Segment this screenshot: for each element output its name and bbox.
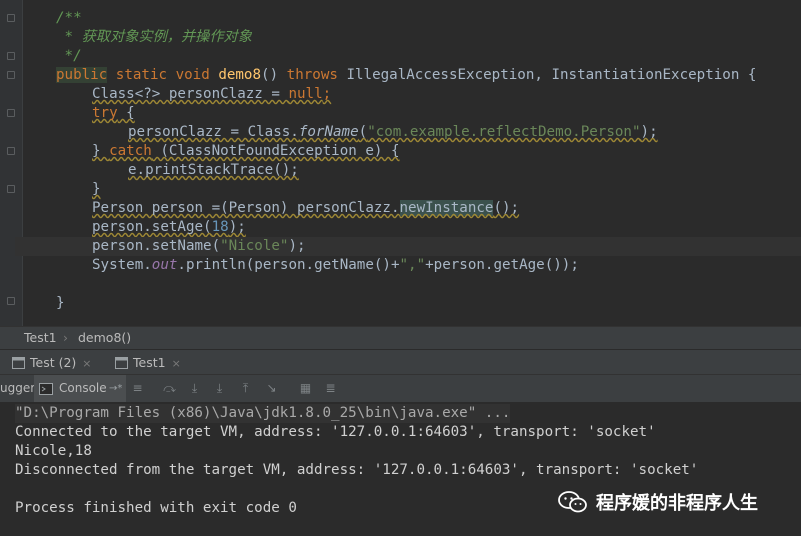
close-icon[interactable]: × (172, 357, 181, 370)
method-params: () (261, 67, 279, 83)
forname-call: forName (298, 124, 359, 140)
run-to-cursor-icon[interactable]: ↘ (265, 382, 278, 395)
force-step-into-icon[interactable]: ⤓ (213, 382, 226, 395)
fold-marker-icon[interactable] (7, 14, 15, 22)
code-line-14: System.out.println(person.getName()+","+… (92, 256, 579, 275)
console-label: Console (59, 381, 107, 395)
open-paren: ( (358, 124, 368, 140)
keyword-try: try (92, 105, 118, 121)
tab-label: Test (2) (30, 355, 77, 370)
run-config-icon (115, 357, 128, 369)
tab-console[interactable]: Console →* (34, 375, 126, 402)
newinstance-call: newInstance (399, 200, 494, 216)
code-line-16: } (56, 295, 65, 311)
code-line-6: try { (92, 104, 135, 123)
fold-marker-icon[interactable] (7, 52, 15, 60)
close-icon[interactable]: × (82, 357, 91, 370)
breadcrumb-separator: › (63, 330, 68, 345)
keyword-null: null (288, 86, 323, 102)
console-icon (39, 383, 53, 395)
breadcrumb-method[interactable]: demo8() (78, 327, 131, 349)
fold-marker-icon[interactable] (7, 109, 15, 117)
step-into-icon[interactable]: ⤓ (188, 382, 201, 395)
code-editor[interactable]: /** * 获取对象实例，并操作对象 */ public static void… (0, 0, 801, 326)
console-command-line: "D:\Program Files (x86)\Java\jdk1.8.0_25… (15, 404, 511, 423)
method-name: demo8 (218, 67, 262, 83)
keyword-static: static (115, 67, 168, 83)
println-end: +person.getAge()); (425, 257, 579, 273)
console-connected-line: Connected to the target VM, address: '12… (15, 424, 656, 440)
wechat-icon (558, 491, 587, 513)
tab-debugger[interactable]: ugger (0, 375, 35, 402)
comma-string: "," (399, 257, 426, 273)
code-line-2: * 获取对象实例，并操作对象 (56, 29, 252, 45)
code-line-11: Person person =(Person) personClazz.newI… (92, 199, 519, 218)
code-line-3: */ (56, 48, 82, 64)
tab-test-2[interactable]: Test (2) × (12, 350, 92, 375)
breadcrumb: Test1 › demo8() (0, 326, 801, 349)
keyword-catch: catch (109, 143, 152, 159)
cast-expr: Person person =(Person) personClazz. (92, 200, 400, 216)
close-paren: ); (640, 124, 658, 140)
fold-marker-icon[interactable] (7, 147, 15, 155)
code-line-13: person.setName("Nicole"); (15, 237, 801, 256)
class-name-string: "com.example.reflectDemo.Person" (367, 124, 641, 140)
code-line-1: /** (56, 10, 82, 26)
class-decl: Class<?> personClazz = (92, 86, 289, 102)
breadcrumb-class[interactable]: Test1 (24, 327, 57, 349)
semicolon: ; (322, 86, 332, 102)
step-out-icon[interactable]: ⤒ (239, 382, 252, 395)
fold-marker-icon[interactable] (7, 185, 15, 193)
println-call: .println(person.getName()+ (177, 257, 400, 273)
open-brace: { (117, 105, 135, 121)
code-line-4: public static void demo8() throws Illega… (56, 66, 756, 85)
age-number: 18 (211, 219, 229, 235)
console-output-line: Nicole,18 (15, 443, 92, 459)
setname-call: person.setName( (92, 238, 221, 254)
run-config-icon (12, 357, 25, 369)
close-brace: } (92, 143, 110, 159)
code-line-5: Class<?> personClazz = null; (92, 85, 331, 104)
trace-icon[interactable]: ≣ (324, 382, 337, 395)
fold-marker-icon[interactable] (7, 71, 15, 79)
call-end: ); (288, 238, 306, 254)
editor-gutter (0, 0, 23, 326)
console-disconnected-line: Disconnected from the target VM, address… (15, 462, 699, 478)
code-line-9: e.printStackTrace(); (128, 162, 299, 178)
step-over-icon[interactable]: ⤼ (163, 382, 176, 395)
evaluate-icon[interactable]: ▦ (299, 382, 312, 395)
exception-list: IllegalAccessException, InstantiationExc… (346, 67, 757, 83)
setage-call: person.setAge( (92, 219, 212, 235)
code-line-8: } catch (ClassNotFoundException e) { (92, 142, 400, 161)
debug-toolbar: ugger Console →* ≡ ⤼ ⤓ ⤓ ⤒ ↘ ▦ ≣ (0, 374, 801, 403)
fold-marker-icon[interactable] (7, 297, 15, 305)
code-line-12: person.setAge(18); (92, 218, 246, 237)
keyword-throws: throws (286, 67, 338, 83)
tab-test1[interactable]: Test1 × (115, 350, 181, 375)
watermark-text: 程序媛的非程序人生 (596, 493, 758, 514)
name-string: "Nicole" (220, 238, 289, 254)
keyword-public: public (56, 67, 108, 83)
code-line-10: } (92, 181, 101, 197)
keyword-void: void (175, 67, 210, 83)
call-end: (); (493, 200, 520, 216)
console-exit-line: Process finished with exit code 0 (15, 500, 297, 516)
console-pin-icon[interactable]: →* (109, 375, 122, 402)
catch-clause: (ClassNotFoundException e) { (151, 143, 400, 159)
run-tabs: Test (2) × Test1 × (0, 349, 801, 375)
code-line-7: personClazz = Class.forName("com.example… (128, 123, 658, 142)
out-field: out (151, 257, 178, 273)
list-icon[interactable]: ≡ (131, 382, 144, 395)
watermark: 程序媛的非程序人生 (558, 485, 758, 519)
assign-expr: personClazz = Class. (128, 124, 299, 140)
tab-label: Test1 (133, 355, 166, 370)
system-ref: System. (92, 257, 152, 273)
call-end: ); (228, 219, 246, 235)
